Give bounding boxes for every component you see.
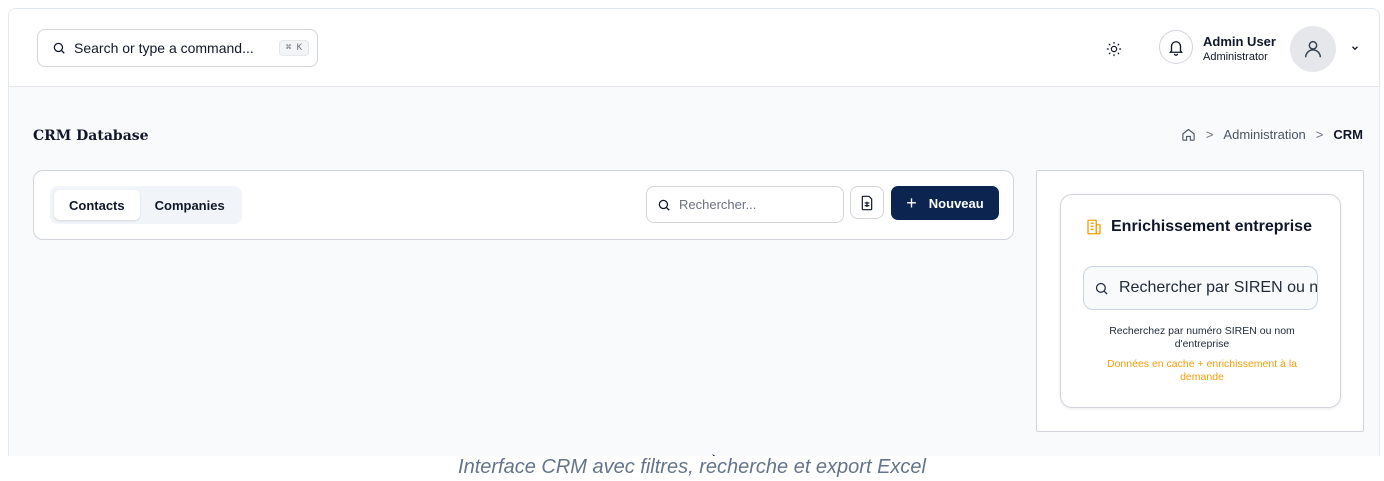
breadcrumb-crm: CRM	[1333, 127, 1363, 142]
chevron-right-icon: >	[1315, 127, 1324, 142]
sun-icon[interactable]	[1103, 38, 1125, 60]
app-window: Search or type a command... ⌘ K Admin Us…	[8, 8, 1380, 478]
breadcrumb-administration[interactable]: Administration	[1223, 127, 1305, 142]
caption: Interface CRM avec filtres, recherche et…	[0, 456, 1384, 481]
enrichment-card: Enrichissement entreprise Recherchez par…	[1060, 194, 1341, 408]
file-spreadsheet-icon	[859, 195, 875, 211]
command-search[interactable]: Search or type a command... ⌘ K	[37, 29, 318, 67]
page-title: CRM Database	[33, 128, 149, 144]
enrichment-panel: Enrichissement entreprise Recherchez par…	[1036, 170, 1364, 432]
crm-toolbar-card: Contacts Companies + Nouveau	[33, 170, 1014, 240]
enrichment-note: Données en cache + enrichissement à la d…	[1107, 358, 1297, 383]
building-icon	[1085, 218, 1103, 236]
enrichment-title: Enrichissement entreprise	[1085, 218, 1312, 236]
new-button-label: Nouveau	[928, 195, 984, 211]
avatar[interactable]	[1290, 26, 1336, 72]
tab-contacts[interactable]: Contacts	[54, 190, 140, 220]
tabs: Contacts Companies	[50, 186, 242, 224]
search-icon	[657, 198, 671, 212]
user-info[interactable]: Admin User Administrator	[1203, 34, 1276, 64]
notifications-button[interactable]	[1159, 30, 1193, 64]
enrichment-help: Recherchez par numéro SIREN ou nom d'ent…	[1109, 325, 1295, 350]
search-icon	[1094, 281, 1109, 296]
siren-search-input[interactable]	[1119, 279, 1317, 297]
new-button[interactable]: + Nouveau	[891, 186, 999, 220]
user-icon	[1302, 38, 1324, 60]
contacts-search[interactable]	[646, 186, 844, 223]
home-icon[interactable]	[1181, 127, 1196, 142]
search-icon	[52, 41, 66, 55]
command-search-placeholder: Search or type a command...	[74, 40, 254, 56]
mouse-cursor-icon	[712, 447, 718, 457]
tab-companies[interactable]: Companies	[140, 190, 240, 220]
plus-icon: +	[906, 193, 917, 213]
chevron-right-icon: >	[1205, 127, 1214, 142]
enrichment-title-text: Enrichissement entreprise	[1111, 218, 1312, 235]
search-input[interactable]	[679, 197, 829, 212]
shortcut-hint: ⌘ K	[278, 40, 309, 56]
export-excel-button[interactable]	[850, 186, 884, 219]
chevron-down-icon[interactable]	[1349, 42, 1361, 54]
breadcrumb: > Administration > CRM	[1181, 127, 1363, 142]
user-name: Admin User	[1203, 34, 1276, 49]
siren-search[interactable]	[1083, 266, 1318, 310]
top-bar: Search or type a command... ⌘ K Admin Us…	[9, 9, 1379, 87]
user-role: Administrator	[1203, 51, 1268, 63]
bell-icon	[1167, 38, 1185, 56]
